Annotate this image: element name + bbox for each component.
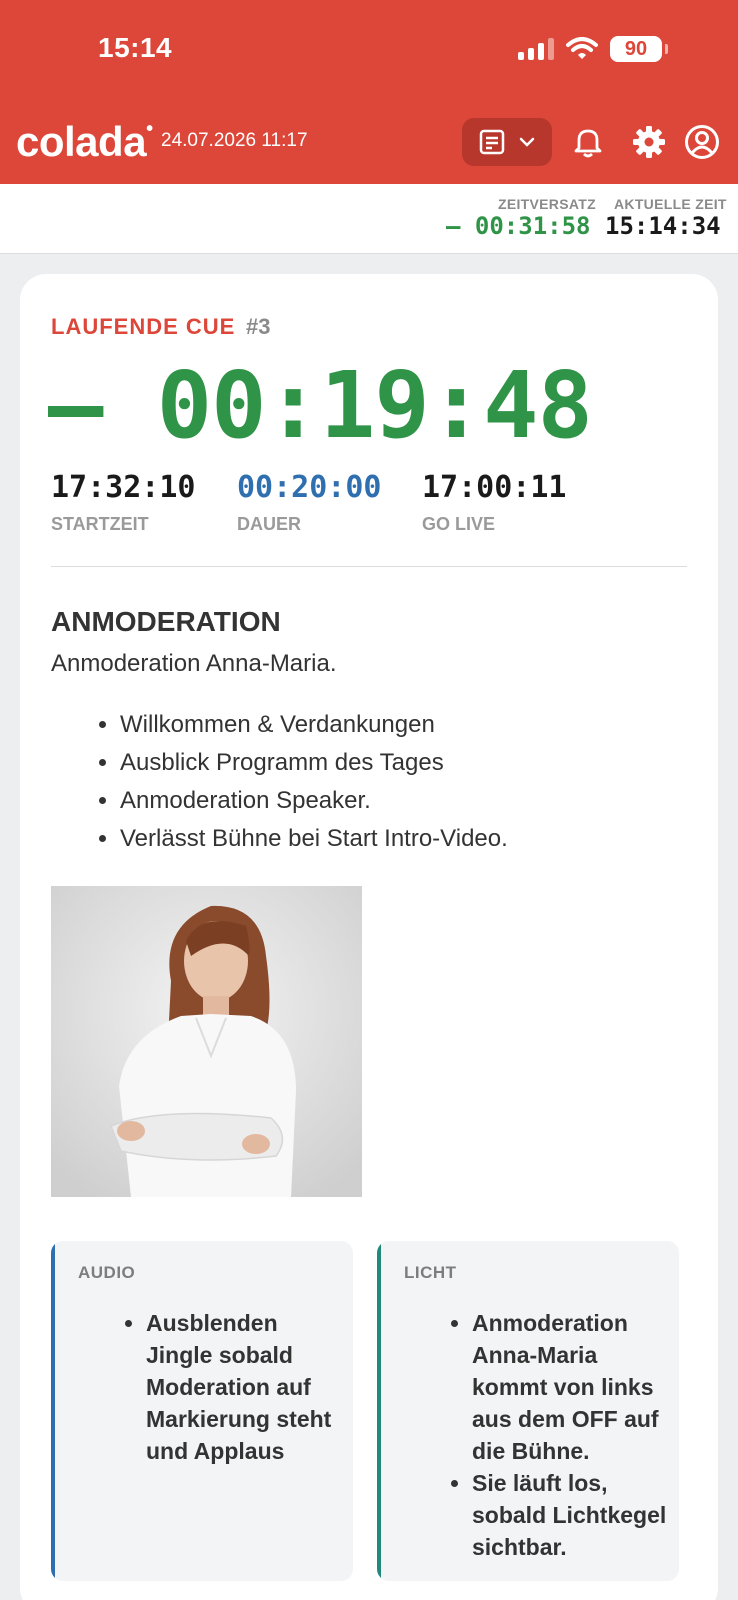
cue-countdown: – 00:19:48 — [48, 352, 593, 459]
settings-button[interactable] — [631, 124, 667, 160]
current-time-label: AKTUELLE ZEIT — [614, 196, 727, 212]
list-item: Anmoderation Speaker. — [120, 782, 508, 820]
cue-number: #3 — [246, 314, 271, 339]
cue-label: LAUFENDE CUE — [51, 314, 236, 339]
cue-subtitle: Anmoderation Anna-Maria. — [51, 650, 337, 677]
list-icon — [479, 129, 505, 155]
start-time-value: 17:32:10 — [51, 470, 196, 505]
list-item: Willkommen & Verdankungen — [120, 706, 508, 744]
licht-accent-bar — [377, 1241, 381, 1581]
app-header: 15:14 90 colada• 24.07.2026 11:17 — [0, 0, 738, 184]
list-item: Anmoderation Anna-Maria kommt von links … — [472, 1307, 672, 1467]
chevron-down-icon — [519, 137, 535, 147]
battery-icon: 90 — [610, 36, 668, 62]
gear-icon — [633, 126, 665, 158]
user-icon — [685, 125, 719, 159]
offset-value: – 00:31:58 — [446, 212, 591, 240]
cue-card: LAUFENDE CUE #3 – 00:19:48 17:32:10 STAR… — [20, 274, 718, 1600]
licht-note: LICHT Anmoderation Anna-Maria kommt von … — [377, 1241, 679, 1581]
view-select-button[interactable] — [462, 118, 552, 166]
current-time-value: 15:14:34 — [605, 212, 721, 240]
duration-label: DAUER — [237, 514, 302, 534]
list-item: Sie läuft los, sobald Lichtkegel sichtba… — [472, 1467, 672, 1563]
audio-label: AUDIO — [78, 1263, 136, 1282]
cue-bullet-list: Willkommen & Verdankungen Ausblick Progr… — [120, 706, 508, 858]
header-date: 24.07.2026 11:17 — [161, 130, 308, 151]
duration-value: 00:20:00 — [237, 470, 382, 505]
list-item: Verlässt Bühne bei Start Intro-Video. — [120, 820, 508, 858]
bell-icon — [574, 129, 602, 158]
offset-label: ZEITVERSATZ — [498, 196, 596, 212]
licht-list: Anmoderation Anna-Maria kommt von links … — [472, 1307, 672, 1563]
audio-list: Ausblenden Jingle sobald Moderation auf … — [146, 1307, 346, 1467]
time-bar: ZEITVERSATZ – 00:31:58 AKTUELLE ZEIT 15:… — [0, 184, 738, 254]
notifications-button[interactable] — [570, 124, 606, 160]
status-time: 15:14 — [98, 32, 173, 63]
cue-title: ANMODERATION — [51, 606, 281, 637]
audio-note: AUDIO Ausblenden Jingle sobald Moderatio… — [51, 1241, 353, 1581]
status-icons: 90 — [518, 36, 668, 62]
presenter-photo — [51, 886, 362, 1197]
app-logo[interactable]: colada• — [16, 118, 153, 166]
go-live-label: GO LIVE — [422, 514, 496, 534]
list-item: Ausblick Programm des Tages — [120, 744, 508, 782]
divider — [51, 566, 687, 567]
account-button[interactable] — [684, 124, 720, 160]
list-item: Ausblenden Jingle sobald Moderation auf … — [146, 1307, 346, 1467]
signal-icon — [518, 38, 554, 60]
wifi-icon — [566, 37, 598, 59]
audio-accent-bar — [51, 1241, 55, 1581]
go-live-value: 17:00:11 — [422, 470, 567, 505]
logo-text: colada — [16, 118, 147, 165]
licht-label: LICHT — [404, 1263, 457, 1282]
start-time-label: STARTZEIT — [51, 514, 149, 534]
